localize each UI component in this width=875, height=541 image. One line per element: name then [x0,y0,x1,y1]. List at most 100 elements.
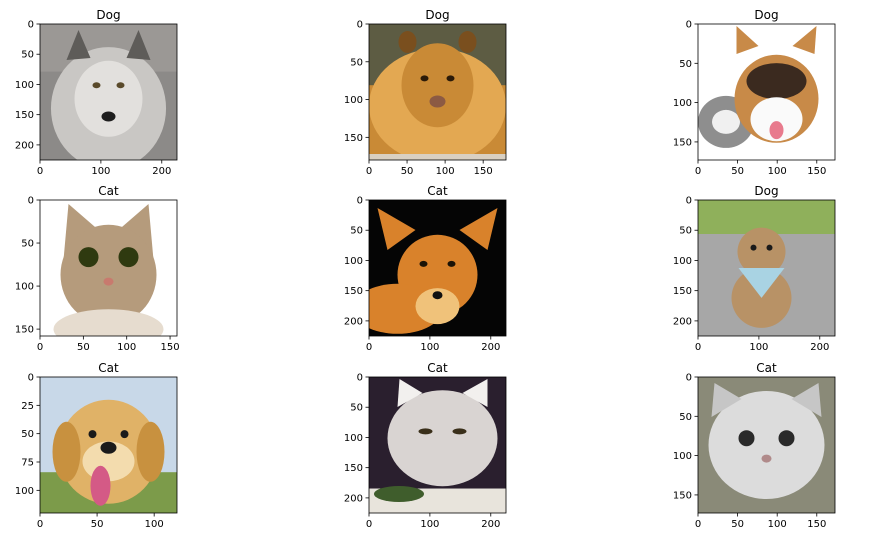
subplot-title: Cat [427,184,448,198]
lion-ear [458,31,477,53]
cat-nose [103,277,114,286]
dog-eye [766,244,773,251]
x-tick-label: 0 [695,519,701,530]
x-tick-label: 0 [366,342,372,353]
y-tick-label: 100 [344,256,363,267]
cat-head [387,390,498,487]
x-tick-label: 50 [731,166,744,177]
y-tick-label: 0 [28,373,34,384]
x-tick-label: 100 [768,519,787,530]
y-tick-label: 200 [673,316,692,327]
y-tick-label: 0 [686,373,692,384]
x-tick-label: 0 [37,342,43,353]
y-tick-label: 100 [673,451,692,462]
y-tick-label: 150 [673,490,692,501]
y-tick-label: 50 [21,429,34,440]
subplot-title: Cat [98,184,119,198]
image-crying-white-cat [698,377,835,513]
y-tick-label: 0 [686,196,692,207]
cat-eye [418,428,433,435]
cat-nose [761,454,772,463]
y-tick-label: 50 [350,403,363,414]
subplot-title: Dog [425,8,449,22]
wolf-face [74,60,143,137]
y-tick-label: 50 [21,239,34,250]
lion-face [401,43,474,128]
lion-nose [429,95,446,108]
fox-eye [447,260,456,267]
x-tick-label: 0 [695,166,701,177]
x-tick-label: 150 [474,166,493,177]
y-tick-label: 150 [344,286,363,297]
y-tick-label: 100 [673,256,692,267]
y-tick-label: 0 [357,373,363,384]
puppy-ear [52,421,81,482]
salad [374,485,424,502]
y-tick-label: 50 [350,57,363,68]
x-tick-label: 150 [807,519,826,530]
y-tick-label: 200 [344,316,363,327]
subplot-9: Cat 0 50 100 150 0 50 100 150 [673,361,836,530]
subplot-3: Dog 0 50 100 150 0 50 100 150 [673,8,836,177]
wolf-eye [92,82,101,89]
fox-nose [432,291,443,300]
wolf-nose [101,111,116,122]
subplot-4: Cat0 50 100 150050100150 [15,184,180,353]
subplot-1: Dog 0 100 200 0 50 100 150 200 [15,8,178,177]
x-tick-label: 50 [91,519,104,530]
x-tick-label: 200 [152,166,171,177]
x-tick-label: 100 [117,342,136,353]
cat-chest [53,309,164,336]
subplot-2: Dog 0 50 100 150 0 50 100 150 [344,8,507,177]
subplot-title: Cat [98,361,119,375]
y-tick-label: 100 [15,282,34,293]
y-tick-label: 0 [686,20,692,31]
cat-eye [78,247,99,268]
y-tick-label: 200 [344,493,363,504]
x-tick-label: 0 [37,166,43,177]
y-tick-label: 0 [28,20,34,31]
y-tick-label: 200 [15,140,34,151]
subplot-7: Cat 0 50 100 0 25 50 75 100 [15,361,178,530]
y-tick-label: 100 [15,486,34,497]
x-tick-label: 50 [731,519,744,530]
y-tick-label: 0 [357,20,363,31]
subplot-5: Cat 0 100 200 0 50 100 150 200 [344,184,507,353]
puppy-ear [136,421,165,482]
dog-eye [750,244,757,251]
lion-ear [398,31,417,53]
y-tick-label: 0 [28,196,34,207]
subplot-title: Dog [754,8,778,22]
image-red-fox-on-black-background [369,200,506,336]
subplot-title: Dog [754,184,778,198]
image-tabby-kitten-with-big-eyes [40,200,177,336]
x-tick-label: 50 [401,166,414,177]
subplot-6: Dog 0 100 200 0 50 100 150 200 [673,184,836,353]
x-tick-label: 200 [481,519,500,530]
image-grey-wolf-in-snow [40,24,177,160]
y-tick-label: 0 [357,196,363,207]
y-tick-label: 100 [344,433,363,444]
image-corgi-puppy-with-grey-kitten [698,24,835,160]
y-tick-label: 50 [679,226,692,237]
x-tick-label: 100 [420,342,439,353]
y-tick-label: 100 [673,98,692,109]
fox-eye [419,260,428,267]
x-tick-label: 50 [77,342,90,353]
corgi-tongue [769,121,784,140]
corgi-mask [746,63,807,100]
x-tick-label: 100 [436,166,455,177]
cat-eye [738,430,755,447]
y-tick-label: 50 [21,50,34,61]
y-tick-label: 150 [344,133,363,144]
y-tick-label: 50 [350,226,363,237]
figure-canvas: Dog 0 100 200 0 50 100 150 200 Dog 0 50 100 150 0 50 100… [15,8,836,530]
y-tick-label: 25 [21,401,34,412]
puppy-eye [88,430,97,439]
subplot-8: Cat 0 100 200 0 50 100 150 200 [344,361,507,530]
x-tick-label: 100 [420,519,439,530]
ground [369,154,506,160]
x-tick-label: 150 [161,342,180,353]
y-tick-label: 150 [673,286,692,297]
image-yorkshire-terrier-with-blue-bandana [698,200,835,336]
